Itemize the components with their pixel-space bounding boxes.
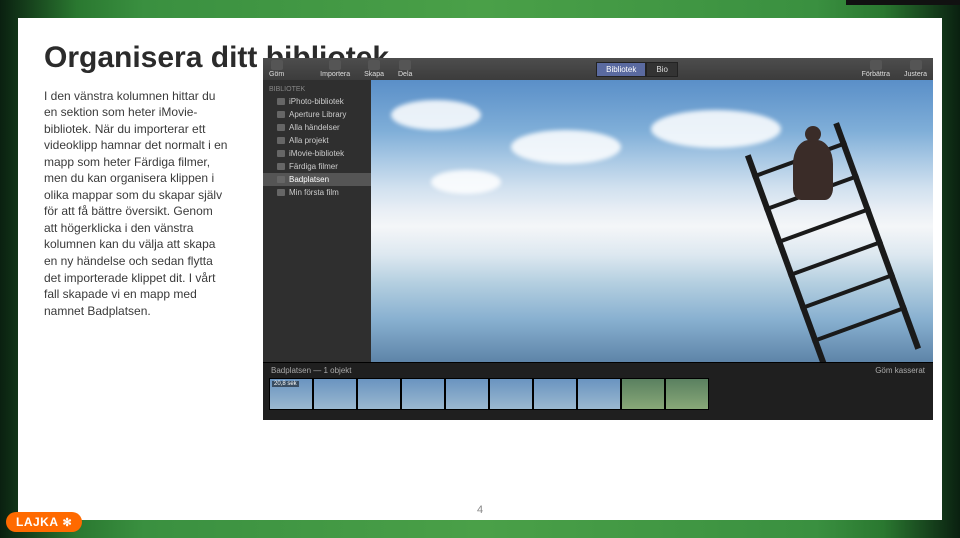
app-title: iMovie xyxy=(0,0,960,1)
sidebar-item[interactable]: iPhoto-bibliotek xyxy=(263,95,371,108)
lajka-logo: LAJKA✻ xyxy=(6,512,82,532)
strip-left-label: Badplatsen — 1 objekt xyxy=(271,366,352,375)
toolbar: Göm Importera Skapa Dela Bibliotek Bio F… xyxy=(263,58,933,80)
sidebar-item[interactable]: Aperture Library xyxy=(263,108,371,121)
sidebar-item-label: Min första film xyxy=(289,188,339,197)
clips-row: 20,8 sek xyxy=(263,378,933,410)
adjust-button[interactable]: Justera xyxy=(904,60,927,78)
clip-thumb[interactable] xyxy=(401,378,445,410)
imovie-screenshot: Göm Importera Skapa Dela Bibliotek Bio F… xyxy=(263,58,933,420)
sidebar: BIBLIOTEK iPhoto-bibliotek Aperture Libra… xyxy=(263,80,371,362)
person-graphic xyxy=(793,140,833,200)
sidebar-item[interactable]: Min första film xyxy=(263,186,371,199)
page-number: 4 xyxy=(18,504,942,516)
import-button[interactable]: Importera xyxy=(320,60,350,78)
clip-thumb[interactable] xyxy=(489,378,533,410)
folder-icon xyxy=(277,189,285,196)
strip-right-label: Göm kasserat xyxy=(875,366,925,375)
sidebar-item-label: Badplatsen xyxy=(289,175,329,184)
seg-theater: Bio xyxy=(646,62,678,77)
clip-thumb[interactable] xyxy=(445,378,489,410)
folder-icon xyxy=(277,150,285,157)
sidebar-item-label: Färdiga filmer xyxy=(289,162,338,171)
sidebar-item-label: Alla händelser xyxy=(289,123,340,132)
preview-pane xyxy=(371,80,933,362)
clip-thumb[interactable] xyxy=(577,378,621,410)
sidebar-item-label: Alla projekt xyxy=(289,136,329,145)
sidebar-item-label: iMovie-bibliotek xyxy=(289,149,344,158)
guide-badge: LAJKA-GUIDE xyxy=(846,0,960,5)
sidebar-item[interactable]: Alla projekt xyxy=(263,134,371,147)
sidebar-item[interactable]: Badplatsen xyxy=(263,173,371,186)
star-icon: ✻ xyxy=(63,516,73,529)
create-button[interactable]: Skapa xyxy=(364,60,384,78)
folder-icon xyxy=(277,176,285,183)
page: Organisera ditt bibliotek I den vänstra … xyxy=(18,18,942,520)
sidebar-item[interactable]: Färdiga filmer xyxy=(263,160,371,173)
view-segment[interactable]: Bibliotek Bio xyxy=(596,62,678,77)
body-text: I den vänstra kolumnen hittar du en sekt… xyxy=(44,88,229,320)
folder-icon xyxy=(277,98,285,105)
folder-icon xyxy=(277,124,285,131)
share-button[interactable]: Dela xyxy=(398,60,412,78)
sidebar-item[interactable]: Alla händelser xyxy=(263,121,371,134)
sidebar-item-label: iPhoto-bibliotek xyxy=(289,97,344,106)
folder-icon xyxy=(277,111,285,118)
folder-icon xyxy=(277,137,285,144)
back-button[interactable]: Göm xyxy=(269,60,284,78)
clip-thumb[interactable] xyxy=(621,378,665,410)
clip-thumb[interactable]: 20,8 sek xyxy=(269,378,313,410)
folder-icon xyxy=(277,163,285,170)
sidebar-item-label: Aperture Library xyxy=(289,110,346,119)
clip-thumb[interactable] xyxy=(665,378,709,410)
seg-library: Bibliotek xyxy=(596,62,646,77)
clip-thumb[interactable] xyxy=(533,378,577,410)
sidebar-header: BIBLIOTEK xyxy=(263,84,371,95)
clip-thumb[interactable] xyxy=(357,378,401,410)
clip-thumb[interactable] xyxy=(313,378,357,410)
sidebar-item[interactable]: iMovie-bibliotek xyxy=(263,147,371,160)
clip-strip: Badplatsen — 1 objekt Göm kasserat 20,8 … xyxy=(263,362,933,420)
enhance-button[interactable]: Förbättra xyxy=(862,60,890,78)
